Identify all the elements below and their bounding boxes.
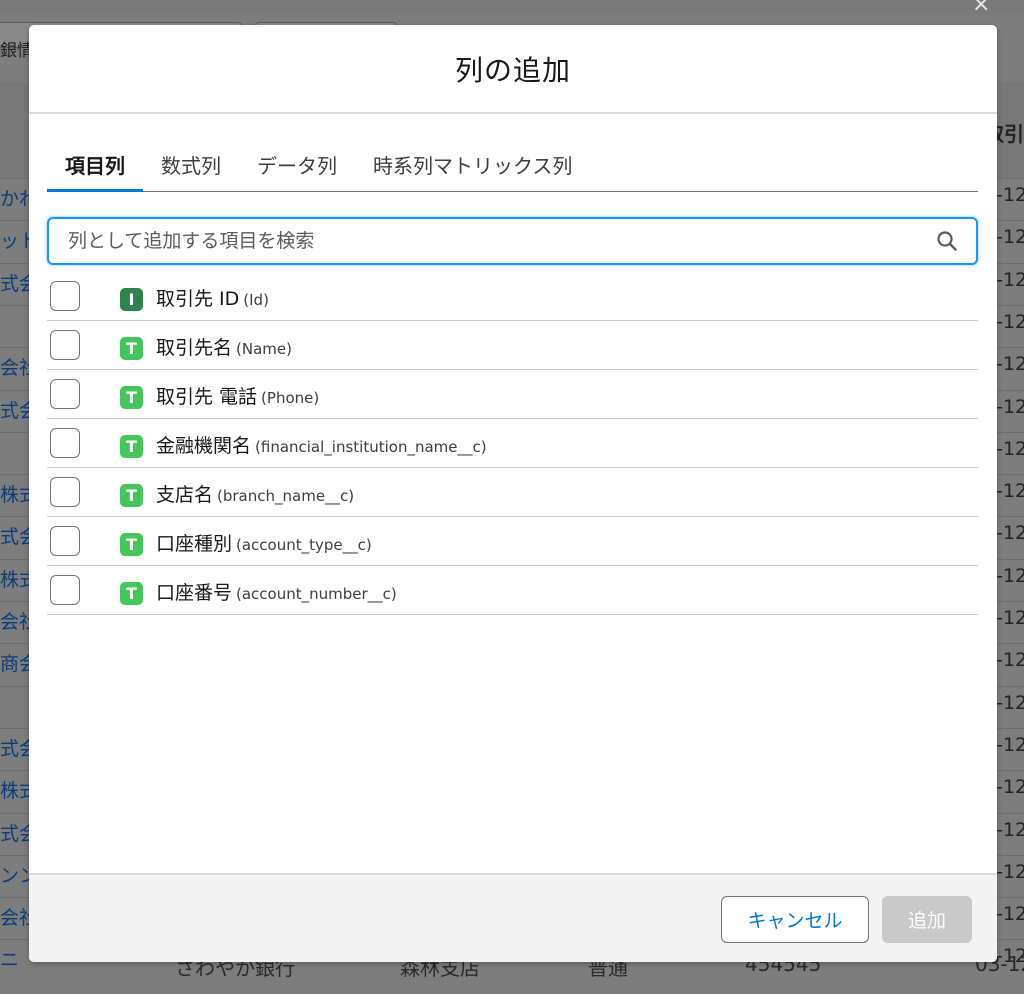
text-type-icon: T xyxy=(120,533,143,556)
field-api-name: (branch_name__c) xyxy=(217,487,355,505)
field-api-name: (Phone) xyxy=(261,389,320,407)
cancel-button[interactable]: キャンセル xyxy=(721,896,869,943)
field-display-name: 金融機関名 xyxy=(156,435,252,457)
field-display-name: 支店名 xyxy=(156,484,214,506)
background-field-fragment: 銀情報 xyxy=(0,41,30,61)
tab-formula-columns[interactable]: 数式列 xyxy=(143,143,239,191)
add-button[interactable]: 追加 xyxy=(882,896,972,943)
field-checkbox[interactable] xyxy=(50,477,80,507)
field-label: 取引先 電話 (Phone) xyxy=(156,382,319,409)
background-row-left-text: 式会 xyxy=(0,273,30,295)
background-row-left-text: 株式 xyxy=(0,484,30,506)
field-display-name: 口座種別 xyxy=(156,533,233,555)
field-row: T 口座番号 (account_number__c) xyxy=(47,566,978,615)
tab-label: 項目列 xyxy=(65,154,125,178)
background-row-left-text: ンン xyxy=(0,865,30,887)
field-checkbox[interactable] xyxy=(50,281,80,311)
background-row-left-text: 会社 xyxy=(0,357,30,379)
field-checkbox[interactable] xyxy=(50,379,80,409)
tab-label: データ列 xyxy=(257,154,337,178)
id-type-icon: I xyxy=(120,288,143,311)
field-display-name: 取引先 電話 xyxy=(156,386,258,408)
field-search-input[interactable] xyxy=(66,220,932,262)
background-row-left-text: 株式 xyxy=(0,780,30,802)
field-label: 口座番号 (account_number__c) xyxy=(156,578,397,605)
field-label: 口座種別 (account_type__c) xyxy=(156,529,372,556)
field-checkbox[interactable] xyxy=(50,330,80,360)
text-type-icon: T xyxy=(120,386,143,409)
field-checkbox[interactable] xyxy=(50,575,80,605)
field-checkbox[interactable] xyxy=(50,526,80,556)
field-row: T 金融機関名 (financial_institution_name__c) xyxy=(47,419,978,468)
background-row-left-text: 式会 xyxy=(0,823,30,845)
field-list: I 取引先 ID (Id) T 取引先名 (Name) T 取引先 電話 (Phone) T 金融機… xyxy=(47,272,978,615)
field-label: 金融機関名 (financial_institution_name__c) xyxy=(156,431,487,458)
search-icon[interactable] xyxy=(932,226,962,256)
column-type-tabs: 項目列 数式列 データ列 時系列マトリックス列 xyxy=(47,143,978,192)
background-row-left-text: 式会 xyxy=(0,526,30,548)
background-row-left-text: 式会 xyxy=(0,738,30,760)
background-row-left-text: 商会 xyxy=(0,653,30,675)
background-close-icon: × xyxy=(972,0,991,17)
background-row-left-text: 会社 xyxy=(0,611,30,633)
tab-timeseries-matrix-columns[interactable]: 時系列マトリックス列 xyxy=(355,143,590,191)
field-label: 取引先 ID (Id) xyxy=(156,284,269,311)
field-display-name: 取引先名 xyxy=(156,337,233,359)
text-type-icon: T xyxy=(120,435,143,458)
background-top-bar xyxy=(0,0,1024,14)
field-checkbox[interactable] xyxy=(50,428,80,458)
modal-footer: キャンセル 追加 xyxy=(29,873,997,962)
field-api-name: (account_type__c) xyxy=(236,536,372,554)
field-api-name: (Id) xyxy=(243,291,269,309)
field-row: I 取引先 ID (Id) xyxy=(47,272,978,321)
add-column-modal: 列の追加 項目列 数式列 データ列 時系列マトリックス列 I 取引先 ID(Id)… xyxy=(29,25,997,962)
background-row-left-text: かわ xyxy=(0,188,30,210)
field-row: T 取引先名 (Name) xyxy=(47,321,978,370)
background-row-left-text: ット xyxy=(0,230,30,252)
modal-title: 列の追加 xyxy=(454,53,571,87)
field-api-name: (financial_institution_name__c) xyxy=(255,438,487,456)
field-label: 取引先名 (Name) xyxy=(156,333,292,360)
field-api-name: (Name) xyxy=(236,340,292,358)
tab-data-columns[interactable]: データ列 xyxy=(239,143,355,191)
field-label: 支店名 (branch_name__c) xyxy=(156,480,354,507)
tab-field-columns[interactable]: 項目列 xyxy=(47,143,143,192)
field-search-box xyxy=(47,217,978,265)
field-row: T 支店名 (branch_name__c) xyxy=(47,468,978,517)
tab-label: 時系列マトリックス列 xyxy=(373,154,573,178)
background-row-left-text: 式会 xyxy=(0,400,30,422)
text-type-icon: T xyxy=(120,582,143,605)
field-display-name: 取引先 ID xyxy=(156,288,240,310)
background-row-left-text: 会社 xyxy=(0,907,30,929)
background-row-left-text: 株式会 xyxy=(0,569,30,591)
text-type-icon: T xyxy=(120,484,143,507)
field-row: T 口座種別 (account_type__c) xyxy=(47,517,978,566)
modal-header: 列の追加 xyxy=(29,25,997,114)
text-type-icon: T xyxy=(120,337,143,360)
field-api-name: (account_number__c) xyxy=(236,585,397,603)
tab-label: 数式列 xyxy=(161,154,221,178)
field-display-name: 口座番号 xyxy=(156,582,233,604)
field-row: T 取引先 電話 (Phone) xyxy=(47,370,978,419)
background-row-left-text: ニ xyxy=(0,949,20,971)
